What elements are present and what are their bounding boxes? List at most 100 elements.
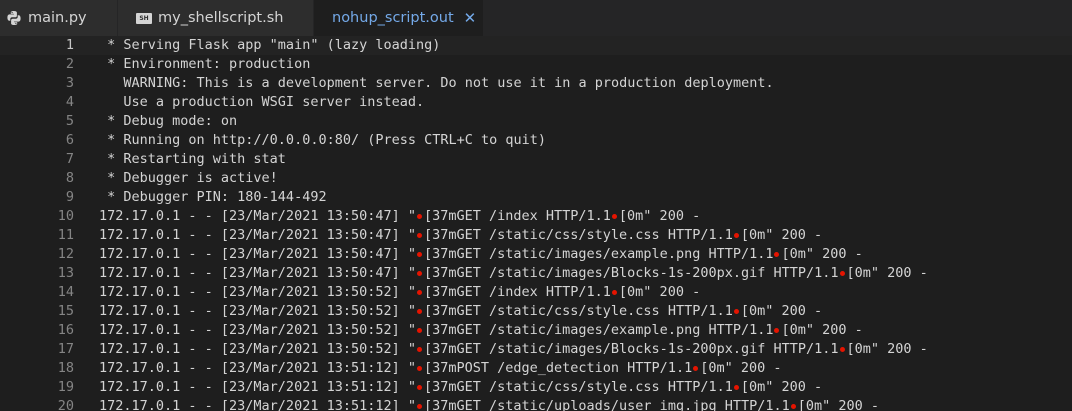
code-line[interactable]: 14 172.17.0.1 - - [23/Mar/2021 13:50:52] …	[0, 283, 1072, 302]
control-character-marker	[693, 365, 699, 371]
line-text: WARNING: This is a development server. D…	[99, 74, 773, 93]
line-text-segment: Use a production WSGI server instead.	[99, 94, 425, 110]
line-text: 172.17.0.1 - - [23/Mar/2021 13:50:52] " […	[99, 340, 928, 359]
line-text-segment: [37mGET /static/images/example.png HTTP/…	[423, 322, 774, 338]
line-text-segment: * Debugger PIN: 180-144-492	[99, 189, 327, 205]
line-text-segment: [0m" 200 -	[618, 284, 701, 300]
line-number: 18	[57, 360, 74, 376]
line-text-segment: 172.17.0.1 - - [23/Mar/2021 13:50:52] "	[99, 322, 416, 338]
tab-main-py[interactable]: main.py	[0, 0, 118, 36]
control-character-marker	[733, 308, 739, 314]
tab-my-shellscript-sh[interactable]: SH my_shellscript.sh	[118, 0, 314, 36]
tab-label: nohup_script.out	[332, 10, 454, 26]
line-text-segment: [37mGET /static/images/Blocks-1s-200px.g…	[423, 265, 839, 281]
code-line[interactable]: 18 172.17.0.1 - - [23/Mar/2021 13:51:12] …	[0, 359, 1072, 378]
line-text-segment: [37mGET /static/uploads/user_img.jpg HTT…	[423, 398, 790, 411]
line-text-segment: [37mGET /static/images/example.png HTTP/…	[423, 246, 774, 262]
line-number: 20	[57, 398, 74, 411]
line-text: 172.17.0.1 - - [23/Mar/2021 13:51:12] " […	[99, 359, 781, 378]
line-text: 172.17.0.1 - - [23/Mar/2021 13:51:12] " […	[99, 397, 879, 411]
line-text-segment: [0m" 200 -	[781, 322, 863, 338]
control-character-marker	[416, 251, 422, 257]
tab-nohup-script-out[interactable]: nohup_script.out ✕	[314, 0, 484, 36]
code-line[interactable]: 12 172.17.0.1 - - [23/Mar/2021 13:50:47] …	[0, 245, 1072, 264]
line-number: 8	[65, 170, 74, 186]
line-text: 172.17.0.1 - - [23/Mar/2021 13:51:12] " […	[99, 378, 822, 397]
control-character-marker	[416, 270, 422, 276]
line-text: * Restarting with stat	[99, 150, 286, 169]
line-text-segment: [0m" 200 -	[846, 265, 928, 281]
control-character-marker	[416, 289, 422, 295]
line-text: * Debugger PIN: 180-144-492	[99, 188, 327, 207]
line-number: 4	[65, 94, 74, 110]
control-character-marker	[774, 251, 780, 257]
control-character-marker	[611, 289, 617, 295]
line-number: 10	[57, 208, 74, 224]
line-number: 7	[65, 151, 74, 167]
line-text-segment: 172.17.0.1 - - [23/Mar/2021 13:50:52] "	[99, 284, 416, 300]
line-text-segment: [0m" 200 -	[846, 341, 928, 357]
line-text-segment: 172.17.0.1 - - [23/Mar/2021 13:51:12] "	[99, 379, 416, 395]
line-number: 19	[57, 379, 74, 395]
line-text: 172.17.0.1 - - [23/Mar/2021 13:50:52] " […	[99, 321, 863, 340]
line-number: 1	[65, 37, 74, 53]
line-text-segment: 172.17.0.1 - - [23/Mar/2021 13:50:52] "	[99, 341, 416, 357]
control-character-marker	[416, 403, 422, 409]
line-text-segment: [37mGET /index HTTP/1.1	[423, 284, 611, 300]
code-line[interactable]: 8 * Debugger is active!	[0, 169, 1072, 188]
editor-content[interactable]: 1 * Serving Flask app "main" (lazy loadi…	[0, 36, 1072, 411]
code-line[interactable]: 11 172.17.0.1 - - [23/Mar/2021 13:50:47] …	[0, 226, 1072, 245]
line-text-segment: 172.17.0.1 - - [23/Mar/2021 13:50:47] "	[99, 227, 416, 243]
code-line[interactable]: 3 WARNING: This is a development server.…	[0, 74, 1072, 93]
control-character-marker	[790, 403, 796, 409]
line-text: 172.17.0.1 - - [23/Mar/2021 13:50:47] " […	[99, 207, 700, 226]
code-line[interactable]: 15 172.17.0.1 - - [23/Mar/2021 13:50:52] …	[0, 302, 1072, 321]
line-number: 3	[65, 75, 74, 91]
close-icon[interactable]: ✕	[464, 9, 477, 27]
code-line[interactable]: 6 * Running on http://0.0.0.0:80/ (Press…	[0, 131, 1072, 150]
control-character-marker	[416, 308, 422, 314]
line-number: 15	[57, 303, 74, 319]
code-line[interactable]: 10 172.17.0.1 - - [23/Mar/2021 13:50:47] …	[0, 207, 1072, 226]
line-text: * Serving Flask app "main" (lazy loading…	[99, 36, 440, 55]
line-text-segment: 172.17.0.1 - - [23/Mar/2021 13:51:12] "	[99, 360, 416, 376]
python-icon	[6, 10, 22, 26]
control-character-marker	[839, 346, 845, 352]
code-line[interactable]: 7 * Restarting with stat	[0, 150, 1072, 169]
code-line[interactable]: 4 Use a production WSGI server instead.	[0, 93, 1072, 112]
line-text: 172.17.0.1 - - [23/Mar/2021 13:50:47] " […	[99, 245, 863, 264]
line-number: 11	[57, 227, 74, 243]
code-line[interactable]: 19 172.17.0.1 - - [23/Mar/2021 13:51:12] …	[0, 378, 1072, 397]
code-line[interactable]: 17 172.17.0.1 - - [23/Mar/2021 13:50:52] …	[0, 340, 1072, 359]
code-line[interactable]: 16 172.17.0.1 - - [23/Mar/2021 13:50:52] …	[0, 321, 1072, 340]
line-text-segment: [37mGET /static/images/Blocks-1s-200px.g…	[423, 341, 839, 357]
line-text-segment: [37mPOST /edge_detection HTTP/1.1	[423, 360, 693, 376]
line-number: 16	[57, 322, 74, 338]
control-character-marker	[416, 384, 422, 390]
line-text-segment: * Environment: production	[99, 56, 311, 72]
line-text-segment: 172.17.0.1 - - [23/Mar/2021 13:50:52] "	[99, 303, 416, 319]
editor-tab-bar: main.py SH my_shellscript.sh nohup_scrip…	[0, 0, 1072, 36]
line-text-segment: * Running on http://0.0.0.0:80/ (Press C…	[99, 132, 547, 148]
control-character-marker	[416, 213, 422, 219]
line-text-segment: [0m" 200 -	[740, 303, 823, 319]
line-number: 9	[65, 189, 74, 205]
line-text: * Running on http://0.0.0.0:80/ (Press C…	[99, 131, 546, 150]
line-text: 172.17.0.1 - - [23/Mar/2021 13:50:52] " […	[99, 283, 700, 302]
line-text-segment: [37mGET /static/css/style.css HTTP/1.1	[423, 227, 733, 243]
code-line[interactable]: 2 * Environment: production	[0, 55, 1072, 74]
control-character-marker	[733, 384, 739, 390]
code-line[interactable]: 9 * Debugger PIN: 180-144-492	[0, 188, 1072, 207]
line-number: 13	[57, 265, 74, 281]
code-line[interactable]: 20 172.17.0.1 - - [23/Mar/2021 13:51:12] …	[0, 397, 1072, 411]
line-text-segment: * Debug mode: on	[99, 113, 238, 129]
line-text-segment: 172.17.0.1 - - [23/Mar/2021 13:50:47] "	[99, 246, 416, 262]
code-line[interactable]: 13 172.17.0.1 - - [23/Mar/2021 13:50:47] …	[0, 264, 1072, 283]
line-text: * Debugger is active!	[99, 169, 278, 188]
line-text: 172.17.0.1 - - [23/Mar/2021 13:50:47] " […	[99, 264, 928, 283]
shell-file-icon: SH	[136, 12, 152, 24]
code-line[interactable]: 5 * Debug mode: on	[0, 112, 1072, 131]
control-character-marker	[416, 232, 422, 238]
line-text: 172.17.0.1 - - [23/Mar/2021 13:50:52] " […	[99, 302, 822, 321]
code-line[interactable]: 1 * Serving Flask app "main" (lazy loadi…	[0, 36, 1072, 55]
